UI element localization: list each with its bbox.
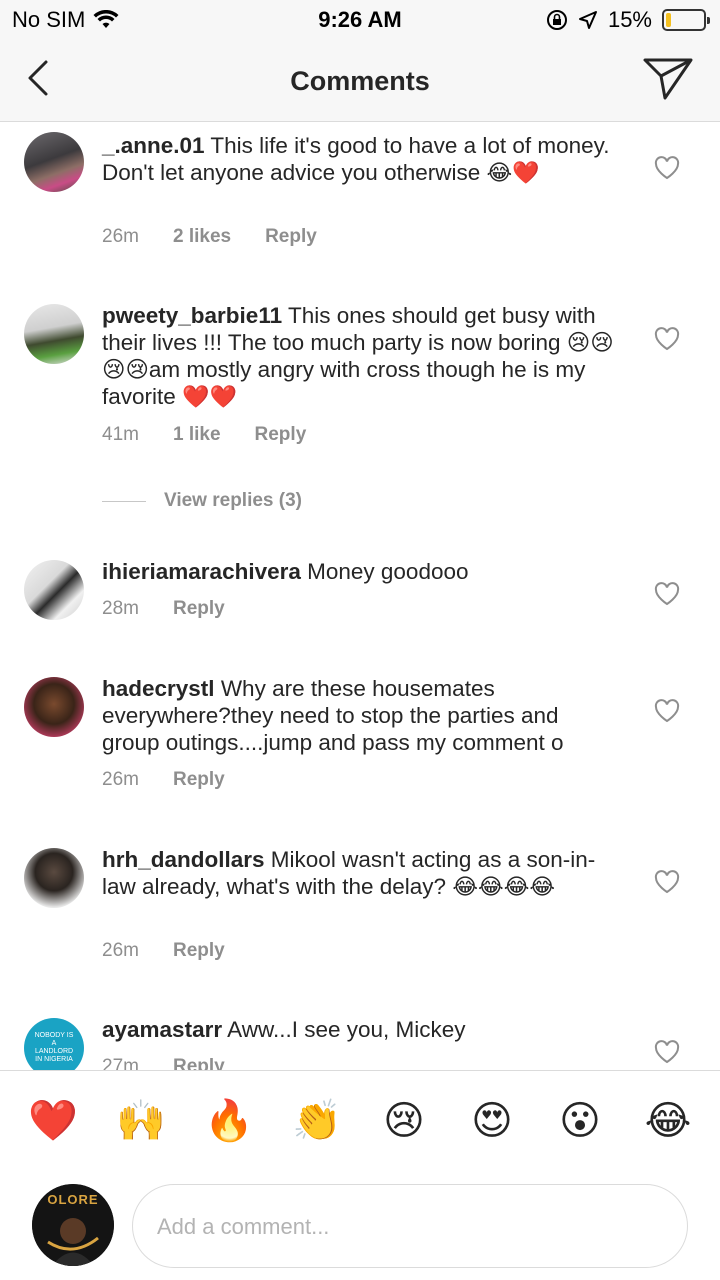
comment-time: 26m bbox=[102, 226, 139, 247]
reply-button[interactable]: Reply bbox=[173, 769, 225, 791]
comment-body: Money goodooo bbox=[300, 559, 469, 584]
comments-list[interactable]: _.anne.01 This life it's good to have a … bbox=[0, 122, 720, 1070]
comment-time: 41m bbox=[102, 424, 139, 445]
battery-icon bbox=[662, 9, 710, 31]
comment-meta: 41m 1 like Reply bbox=[102, 424, 306, 446]
comment-username[interactable]: pweety_barbie11 bbox=[102, 303, 282, 328]
reply-button[interactable]: Reply bbox=[265, 226, 317, 248]
avatar-title-text: OLORE bbox=[47, 1192, 99, 1207]
rotation-lock-icon bbox=[546, 10, 567, 30]
comment-username[interactable]: ihieriamarachivera bbox=[102, 559, 301, 584]
battery-percent: 15% bbox=[607, 7, 652, 32]
likes-count[interactable]: 1 like bbox=[173, 424, 221, 446]
heart-icon[interactable] bbox=[654, 582, 680, 606]
location-arrow-icon bbox=[578, 11, 597, 29]
avatar[interactable] bbox=[24, 560, 84, 620]
heart-icon[interactable] bbox=[654, 699, 680, 723]
red-heart-emoji-button[interactable]: ❤️ bbox=[28, 1095, 78, 1147]
comment-emojis: ❤️❤️ bbox=[182, 385, 237, 410]
heart-icon[interactable] bbox=[654, 327, 680, 351]
comment-body: Aww...I see you, Mickey bbox=[222, 1017, 466, 1042]
comment-composer: OLORE bbox=[0, 1174, 720, 1280]
page-title: Comments bbox=[290, 66, 430, 96]
laughing-tears-emoji-button[interactable]: 😂 bbox=[644, 1095, 692, 1147]
heart-eyes-emoji-button[interactable]: 😍 bbox=[468, 1095, 516, 1147]
comment-meta: 26m 2 likes Reply bbox=[102, 226, 317, 248]
likes-count[interactable]: 2 likes bbox=[173, 226, 231, 248]
status-bar-right: 15% bbox=[546, 7, 710, 33]
comment-text: ayamastarr Aww...I see you, Mickey bbox=[102, 1016, 622, 1043]
comment-text: _.anne.01 This life it's good to have a … bbox=[102, 132, 622, 187]
my-avatar[interactable]: OLORE bbox=[32, 1184, 114, 1266]
comment-meta: 26m Reply bbox=[102, 769, 225, 791]
avatar[interactable] bbox=[24, 848, 84, 908]
header: Comments bbox=[0, 40, 720, 122]
reply-button[interactable]: Reply bbox=[173, 1056, 225, 1070]
comment-username[interactable]: hadecrystl bbox=[102, 676, 215, 701]
comment-text: hadecrystl Why are these housemates ever… bbox=[102, 675, 622, 756]
fire-emoji-button[interactable]: 🔥 bbox=[204, 1095, 254, 1147]
crying-face-emoji-button[interactable]: 😢 bbox=[380, 1095, 428, 1147]
status-bar: No SIM 9:26 AM 15% bbox=[0, 0, 720, 40]
heart-icon[interactable] bbox=[654, 870, 680, 894]
comment-time: 26m bbox=[102, 940, 139, 961]
clapping-hands-emoji-button[interactable]: 👏 bbox=[292, 1095, 342, 1147]
comment-meta: 26m Reply bbox=[102, 940, 225, 962]
comment-username[interactable]: _.anne.01 bbox=[102, 133, 205, 158]
avatar[interactable] bbox=[24, 304, 84, 364]
surprised-face-emoji-button[interactable]: 😮 bbox=[556, 1095, 604, 1147]
comment-input[interactable] bbox=[157, 1209, 657, 1245]
avatar[interactable] bbox=[24, 677, 84, 737]
view-replies-label: View replies (3) bbox=[164, 490, 302, 511]
comment-username[interactable]: ayamastarr bbox=[102, 1017, 222, 1042]
comment-time: 28m bbox=[102, 598, 139, 619]
comment-meta: 28m Reply bbox=[102, 598, 225, 620]
comment-meta: 27m Reply bbox=[102, 1056, 225, 1070]
comment-text: hrh_dandollars Mikool wasn't acting as a… bbox=[102, 846, 622, 901]
paper-plane-icon[interactable] bbox=[642, 54, 694, 102]
reply-button[interactable]: Reply bbox=[173, 940, 225, 962]
battery-level bbox=[666, 13, 671, 27]
comment-username[interactable]: hrh_dandollars bbox=[102, 847, 265, 872]
comment-emojis: 😂❤️ bbox=[486, 161, 540, 186]
comment-time: 26m bbox=[102, 769, 139, 790]
avatar[interactable]: NOBODY IS A LANDLORD IN NIGERIA bbox=[24, 1018, 84, 1070]
comment-emojis: 😂😂😂😂 bbox=[452, 875, 556, 900]
avatar[interactable] bbox=[24, 132, 84, 192]
avatar-text: NOBODY IS A LANDLORD IN NIGERIA bbox=[34, 1032, 74, 1063]
emoji-reaction-bar: ❤️ 🙌 🔥 👏 😢 😍 😮 😂 bbox=[0, 1070, 720, 1174]
raising-hands-emoji-button[interactable]: 🙌 bbox=[116, 1095, 166, 1147]
comment-text: ihieriamarachivera Money goodooo bbox=[102, 558, 622, 585]
view-replies-button[interactable]: View replies (3) bbox=[102, 490, 302, 512]
heart-icon[interactable] bbox=[654, 156, 680, 180]
divider bbox=[102, 500, 146, 502]
reply-button[interactable]: Reply bbox=[173, 598, 225, 620]
reply-button[interactable]: Reply bbox=[255, 424, 307, 446]
heart-icon[interactable] bbox=[654, 1040, 680, 1064]
comment-text: pweety_barbie11 This ones should get bus… bbox=[102, 302, 622, 411]
comment-input-box[interactable] bbox=[132, 1184, 688, 1268]
comment-time: 27m bbox=[102, 1056, 139, 1070]
